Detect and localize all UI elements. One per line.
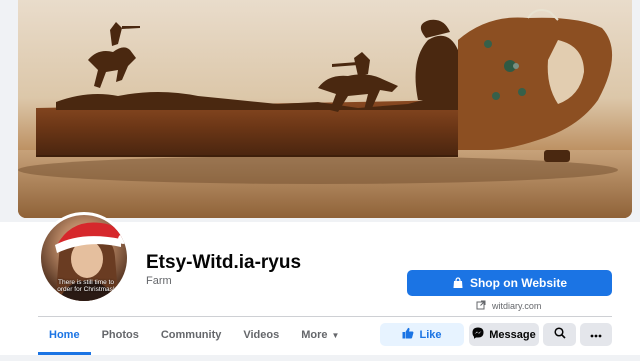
cover-photo[interactable] <box>18 0 632 218</box>
message-button[interactable]: Message <box>469 323 539 346</box>
page-background-strip <box>0 355 640 361</box>
like-button[interactable]: Like <box>380 323 464 346</box>
more-options-button[interactable] <box>580 323 612 346</box>
profile-avatar[interactable]: There is still time to order for Christm… <box>38 212 130 304</box>
search-icon <box>553 327 566 342</box>
tab-home[interactable]: Home <box>38 317 91 355</box>
page-tabs: Home Photos Community Videos More ▼ <box>38 317 350 355</box>
avatar-caption: There is still time to order for Christm… <box>57 279 115 293</box>
page-title: Etsy-Witd.ia-ryus <box>146 252 302 273</box>
tab-label: Videos <box>243 329 280 341</box>
search-button[interactable] <box>543 323 576 346</box>
tab-more[interactable]: More ▼ <box>290 317 350 353</box>
tab-label: Home <box>49 329 80 341</box>
tab-label: Community <box>160 329 222 341</box>
external-link-icon <box>476 300 486 312</box>
shop-button-label: Shop on Website <box>469 276 568 290</box>
page-category: Farm <box>146 275 172 287</box>
cover-artwork <box>18 9 632 218</box>
tab-photos[interactable]: Photos <box>91 317 150 353</box>
shop-on-website-button[interactable]: Shop on Website <box>407 270 612 296</box>
like-label: Like <box>419 328 442 341</box>
shopping-bag-icon <box>452 277 464 289</box>
website-url: witdiary.com <box>492 301 542 311</box>
cover-area <box>0 0 640 222</box>
messenger-icon <box>472 327 484 342</box>
website-link[interactable]: witdiary.com <box>476 299 541 313</box>
ellipsis-icon <box>590 329 602 341</box>
caret-down-icon: ▼ <box>331 330 340 340</box>
tab-label: More <box>301 329 328 341</box>
tab-videos[interactable]: Videos <box>232 317 290 353</box>
message-label: Message <box>489 328 536 341</box>
tab-community[interactable]: Community <box>150 317 233 353</box>
thumbs-up-icon <box>402 327 414 342</box>
tab-label: Photos <box>101 329 139 341</box>
